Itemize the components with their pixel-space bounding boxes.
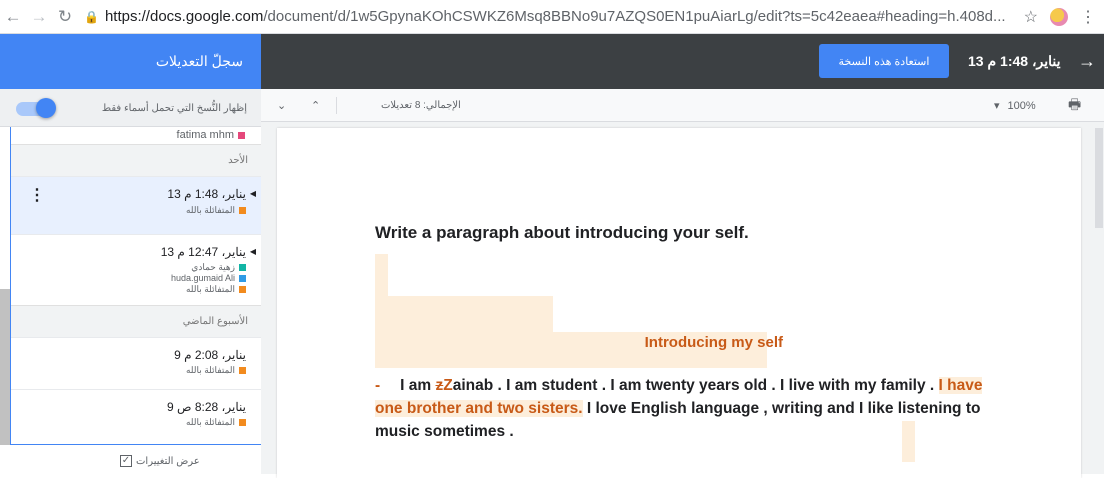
show-changes-toggle[interactable]: ✓ عرض التغييرات [120, 455, 200, 467]
list-item: fatima mhm [177, 129, 245, 141]
version-date: 13 يناير، 12:47 م [160, 245, 246, 259]
section-header: الأسبوع الماضي [11, 305, 261, 337]
more-options-icon[interactable]: ⋮ [29, 185, 45, 205]
named-versions-toggle-row: إظهار النُّسخ التي تحمل أسماء فقط [0, 89, 261, 127]
document-toolbar: ⌄ ⌃ الإجمالي: 8 تعديلات ▾ 100% 🖶 [261, 89, 1104, 122]
version-sidebar: إظهار النُّسخ التي تحمل أسماء فقط fatima… [0, 89, 261, 474]
user-color-swatch [239, 207, 246, 214]
version-item[interactable]: 9 يناير، 2:08 م المتفائلة بالله [11, 337, 261, 389]
toggle-label: إظهار النُّسخ التي تحمل أسماء فقط [101, 102, 247, 114]
toggle-knob[interactable] [36, 98, 56, 118]
expand-triangle-icon[interactable]: ◀ [250, 189, 256, 198]
extension-icon[interactable] [1050, 7, 1068, 26]
change-highlight [375, 296, 553, 332]
document-canvas: Write a paragraph about introducing your… [261, 122, 1104, 478]
inserted-text: Z [443, 377, 453, 394]
checkbox-checked-icon[interactable]: ✓ [120, 455, 132, 467]
user-name: fatima mhm [176, 129, 234, 141]
version-user: المتفائلة بالله [186, 284, 246, 295]
sidebar-scrollbar[interactable] [0, 289, 10, 445]
expand-triangle-icon[interactable]: ◀ [250, 247, 256, 256]
version-item[interactable]: 9 يناير، 8:28 ص المتفائلة بالله [11, 389, 261, 444]
version-date: 13 يناير، 1:48 م [167, 187, 246, 201]
panel-title: سجلّ التعديلات [0, 34, 261, 89]
section-header: الأحد [11, 144, 261, 176]
change-highlight [902, 421, 915, 462]
show-changes-label: عرض التغييرات [136, 455, 200, 467]
user-color-swatch [239, 286, 246, 293]
total-edits-label: الإجمالي: 8 تعديلات [381, 100, 461, 111]
version-item[interactable]: ⋮ ◀ 13 يناير، 1:48 م المتفائلة بالله [11, 176, 261, 234]
browser-menu-icon[interactable]: ⋮ [1080, 7, 1096, 27]
version-user: huda.gumaid Ali [171, 273, 246, 283]
reload-icon[interactable]: ↻ [52, 4, 78, 30]
document-heading: Write a paragraph about introducing your… [375, 223, 749, 242]
print-icon[interactable]: 🖶 [1068, 89, 1081, 122]
version-date: 9 يناير، 8:28 ص [166, 400, 246, 414]
user-color-swatch [238, 131, 245, 139]
version-date: 9 يناير، 2:08 م [174, 348, 246, 362]
version-history-bar: سجلّ التعديلات استعادة هذه النسخة 13 ينا… [0, 34, 1104, 89]
next-change-chevron-down-icon[interactable]: ⌄ [277, 89, 286, 122]
exit-history-arrow-icon[interactable]: → [1078, 34, 1096, 89]
toolbar-divider [336, 97, 337, 114]
zoom-value: 100% [1007, 99, 1036, 112]
lock-icon: 🔒 [84, 9, 99, 24]
version-user: المتفائلة بالله [186, 417, 246, 428]
user-color-swatch [239, 274, 246, 282]
url-host: https://docs.google.com [104, 8, 264, 25]
version-user: زهية حمادي [191, 262, 246, 273]
paragraph-dash: - [375, 377, 381, 394]
address-bar[interactable]: 🔒 https://docs.google.com /document/d/1w… [84, 4, 1024, 30]
forward-arrow-icon[interactable]: → [26, 4, 52, 30]
user-color-swatch [239, 419, 246, 426]
url-path: /document/d/1w5GpynaKOhCSWKZ6Msq8BBNo9u7… [263, 8, 1006, 25]
user-color-swatch [239, 264, 246, 271]
version-user: المتفائلة بالله [186, 205, 246, 216]
document-subheading: Introducing my self [644, 334, 783, 351]
version-item[interactable]: ◀ 13 يناير، 12:47 م زهية حمادي huda.guma… [11, 234, 261, 305]
version-list: fatima mhm الأحد ⋮ ◀ 13 يناير، 1:48 م ال… [10, 127, 261, 445]
browser-toolbar: ← → ↻ 🔒 https://docs.google.com /documen… [0, 0, 1104, 34]
caret-down-icon: ▾ [994, 100, 1000, 112]
document-scrollbar[interactable] [1095, 128, 1103, 228]
user-color-swatch [239, 367, 246, 374]
zoom-select[interactable]: ▾ 100% [994, 89, 1036, 122]
version-user: المتفائلة بالله [186, 365, 246, 376]
change-highlight [375, 254, 388, 296]
previous-change-chevron-up-icon[interactable]: ⌃ [311, 89, 320, 122]
back-arrow-icon[interactable]: ← [0, 4, 26, 30]
bookmark-star-icon[interactable]: ☆ [1024, 7, 1038, 27]
document-page[interactable]: Write a paragraph about introducing your… [277, 128, 1081, 478]
current-version-label: 13 يناير، 1:48 م [968, 53, 1061, 69]
restore-version-button[interactable]: استعادة هذه النسخة [819, 44, 949, 78]
